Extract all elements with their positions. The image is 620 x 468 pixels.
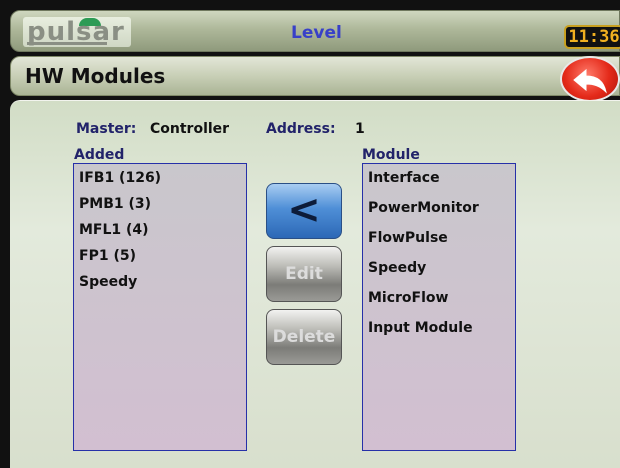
master-value: Controller bbox=[150, 121, 230, 137]
module-label: Module bbox=[362, 147, 420, 163]
list-item[interactable]: PowerMonitor bbox=[368, 200, 479, 216]
edit-button[interactable]: Edit bbox=[266, 246, 342, 302]
app-frame: pulsar Level 11:36 HW Modules Master: Co… bbox=[0, 0, 620, 468]
top-bar: pulsar Level 11:36 bbox=[10, 10, 620, 52]
clock-display: 11:36 bbox=[564, 25, 620, 49]
screen-title: Level bbox=[291, 23, 342, 43]
address-value: 1 bbox=[355, 121, 365, 137]
added-list[interactable]: IFB1 (126) PMB1 (3) MFL1 (4) FP1 (5) Spe… bbox=[73, 163, 247, 451]
list-item[interactable]: MFL1 (4) bbox=[79, 222, 149, 238]
main-panel: Master: Controller Address: 1 Added Modu… bbox=[10, 100, 620, 468]
list-item[interactable]: IFB1 (126) bbox=[79, 170, 161, 186]
add-module-button[interactable]: < bbox=[266, 183, 342, 239]
list-item[interactable]: PMB1 (3) bbox=[79, 196, 151, 212]
undo-arrow-icon bbox=[573, 68, 607, 94]
list-item[interactable]: FlowPulse bbox=[368, 230, 448, 246]
module-list[interactable]: Interface PowerMonitor FlowPulse Speedy … bbox=[362, 163, 516, 451]
delete-button-label: Delete bbox=[272, 327, 336, 347]
address-label: Address: bbox=[266, 121, 336, 137]
page-title: HW Modules bbox=[25, 64, 166, 88]
list-item[interactable]: Input Module bbox=[368, 320, 473, 336]
added-label: Added bbox=[74, 147, 125, 163]
list-item[interactable]: Speedy bbox=[368, 260, 426, 276]
page-header: HW Modules bbox=[10, 56, 620, 96]
delete-button[interactable]: Delete bbox=[266, 309, 342, 365]
edit-button-label: Edit bbox=[285, 264, 323, 284]
list-item[interactable]: Speedy bbox=[79, 274, 137, 290]
list-item[interactable]: MicroFlow bbox=[368, 290, 448, 306]
list-item[interactable]: Interface bbox=[368, 170, 440, 186]
logo-underline bbox=[27, 42, 107, 45]
master-label: Master: bbox=[76, 121, 137, 137]
add-module-label: < bbox=[287, 187, 321, 233]
back-button[interactable] bbox=[560, 56, 620, 102]
list-item[interactable]: FP1 (5) bbox=[79, 248, 136, 264]
pulsar-logo: pulsar bbox=[23, 17, 131, 47]
